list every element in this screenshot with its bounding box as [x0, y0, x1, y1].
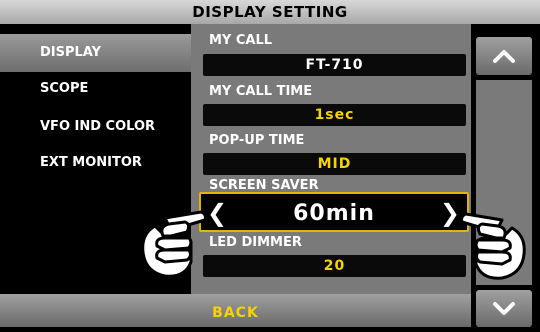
sidebar-item-display[interactable]: DISPLAY [0, 34, 191, 72]
my-call-time-label: MY CALL TIME [209, 84, 313, 99]
screen-saver-value-text: 60min [293, 201, 375, 226]
scroll-down-button[interactable] [476, 290, 532, 327]
my-call-label: MY CALL [209, 33, 273, 48]
sidebar-item-ext-monitor[interactable]: EXT MONITOR [0, 144, 191, 182]
window-title: DISPLAY SETTING [0, 0, 540, 24]
my-call-value[interactable]: FT-710 [203, 54, 466, 76]
sidebar-item-scope[interactable]: SCOPE [0, 70, 191, 108]
led-dimmer-value[interactable]: 20 [203, 255, 466, 277]
pop-up-time-value[interactable]: MID [203, 153, 466, 175]
pointing-hand-icon [141, 210, 207, 278]
sidebar-item-vfo-ind-color[interactable]: VFO IND COLOR [0, 108, 191, 146]
pointing-hand-icon [460, 212, 526, 280]
back-button[interactable]: BACK [0, 294, 471, 327]
my-call-time-value[interactable]: 1sec [203, 104, 466, 126]
led-dimmer-label: LED DIMMER [209, 235, 302, 250]
decrease-arrow-icon[interactable]: ❮ [207, 201, 228, 225]
scroll-up-button[interactable] [476, 37, 532, 75]
chevron-up-icon [493, 50, 515, 63]
chevron-down-icon [493, 302, 515, 315]
pop-up-time-label: POP-UP TIME [209, 133, 305, 148]
screen-saver-value[interactable]: ❮ 60min ❯ [199, 192, 469, 232]
increase-arrow-icon[interactable]: ❯ [440, 201, 461, 225]
screen-saver-label: SCREEN SAVER [209, 178, 319, 192]
